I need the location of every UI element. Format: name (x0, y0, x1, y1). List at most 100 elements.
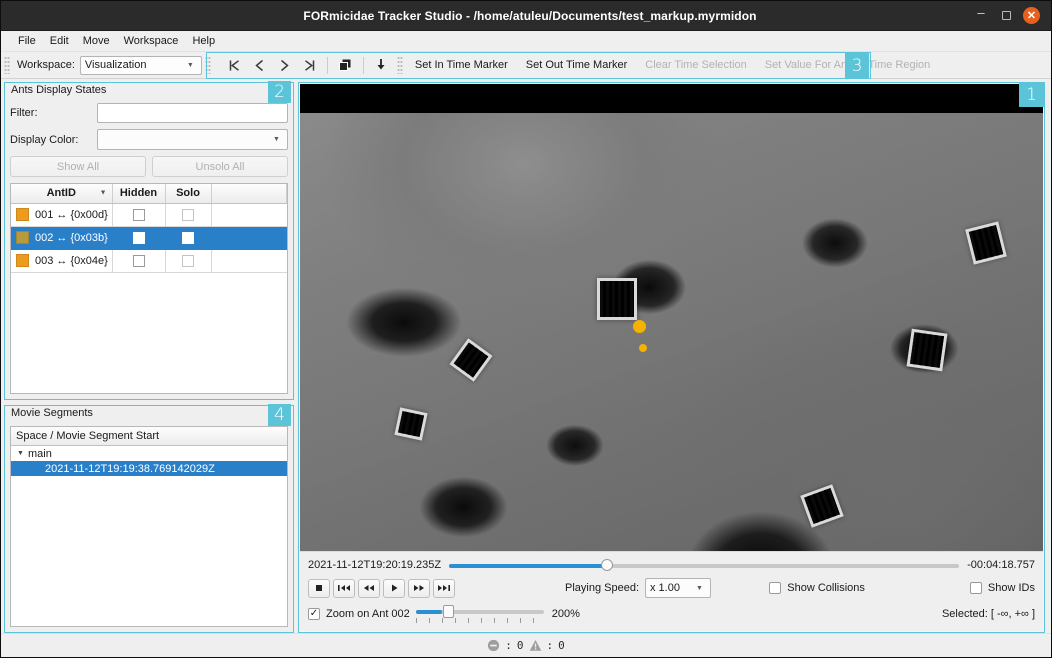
column-header-spacer (211, 184, 287, 204)
show-all-button[interactable]: Show All (10, 156, 146, 177)
status-bar: : 0 : 0 (1, 633, 1051, 657)
hidden-checkbox[interactable] (132, 231, 145, 244)
menu-item-file[interactable]: File (11, 33, 43, 49)
table-row[interactable]: 003 ↔ {0x04e} (11, 249, 287, 273)
title-bar: FORmicidae Tracker Studio - /home/atuleu… (1, 1, 1051, 31)
sort-descending-icon: ▼ (99, 189, 107, 197)
hidden-checkbox[interactable] (132, 208, 145, 221)
ant-color-swatch[interactable] (16, 208, 29, 221)
chevron-down-icon-tree[interactable]: ▼ (17, 450, 28, 457)
ants-display-states-panel: Ants Display States 2 Filter: Display Co… (4, 81, 294, 400)
chevron-down-icon-speed: ▼ (696, 584, 703, 592)
solo-cell[interactable] (165, 203, 212, 227)
column-label-antid: AntID (46, 187, 76, 200)
close-icon[interactable]: ✕ (1023, 7, 1040, 24)
menu-item-move[interactable]: Move (76, 33, 117, 49)
zoom-on-ant-checkbox-row[interactable]: ✓ Zoom on Ant 002 (308, 608, 410, 620)
show-collisions-checkbox-row[interactable]: Show Collisions (769, 582, 865, 594)
timeline-handle[interactable] (601, 559, 614, 571)
tree-node-segment[interactable]: 2021-11-12T19:19:38.769142029Z (11, 461, 287, 476)
video-letterbox-top (300, 84, 1043, 113)
ant-position-dot (632, 320, 646, 333)
toolbar-grip-icon-3[interactable] (396, 56, 403, 74)
main-content: Ants Display States 2 Filter: Display Co… (1, 79, 1051, 633)
set-in-time-marker-button[interactable]: Set In Time Marker (406, 53, 517, 77)
filter-input[interactable] (97, 103, 288, 123)
menu-item-edit[interactable]: Edit (43, 33, 76, 49)
next-button[interactable] (272, 53, 297, 77)
zoom-ticks (415, 618, 544, 623)
table-row[interactable]: 002 ↔ {0x03b} (11, 226, 287, 250)
solo-cell[interactable] (165, 226, 212, 250)
skip-forward-button[interactable] (433, 578, 455, 598)
hidden-cell[interactable] (112, 226, 166, 250)
application-window: FORmicidae Tracker Studio - /home/atuleu… (0, 0, 1052, 658)
hidden-cell[interactable] (112, 249, 166, 273)
play-button[interactable] (383, 578, 405, 598)
video-area: 2021-11-12T19:20:19.235Z 2021-11-12T19:2… (298, 82, 1045, 633)
set-out-time-marker-button[interactable]: Set Out Time Marker (517, 53, 636, 77)
solo-checkbox[interactable] (182, 231, 194, 244)
ant-color-swatch[interactable] (16, 254, 29, 267)
workspace-select[interactable]: Visualization ▼ (79, 55, 202, 75)
minimize-icon[interactable]: – (973, 6, 989, 24)
movie-segments-panel: Movie Segments 4 Space / Movie Segment S… (4, 404, 294, 633)
show-collisions-checkbox[interactable] (769, 582, 782, 594)
toolbar-separator (326, 56, 328, 74)
toolbar-grip-icon-2[interactable] (204, 56, 211, 74)
ant-id-label: 002 ↔ {0x03b} (35, 231, 108, 244)
hidden-checkbox[interactable] (132, 254, 145, 267)
previous-button[interactable] (247, 53, 272, 77)
row-filler (211, 226, 287, 250)
column-header-hidden[interactable]: Hidden (112, 184, 166, 204)
clear-time-selection-button[interactable]: Clear Time Selection (636, 53, 756, 77)
display-color-select[interactable]: ▼ (97, 129, 288, 150)
fast-forward-button[interactable] (408, 578, 430, 598)
chevron-down-icon-color: ▼ (273, 136, 280, 143)
warning-separator: : (546, 639, 554, 652)
selected-range-label: Selected: [ -∞, +∞ ] (941, 608, 1035, 620)
tree-node-main[interactable]: ▼ main (11, 446, 287, 461)
ant-color-swatch[interactable] (16, 231, 29, 244)
video-stage[interactable]: 2021-11-12T19:20:19.235Z (300, 84, 1043, 551)
movie-segment-column-header[interactable]: Space / Movie Segment Start (11, 427, 287, 446)
display-color-label: Display Color: (10, 133, 79, 146)
show-ids-checkbox-row[interactable]: Show IDs (969, 582, 1035, 594)
unsolo-all-button[interactable]: Unsolo All (152, 156, 288, 177)
ant-orientation-dot (638, 344, 647, 353)
menu-item-help[interactable]: Help (185, 33, 222, 49)
annotation-badge-3: 3 (845, 53, 869, 78)
solo-checkbox[interactable] (182, 254, 194, 267)
solo-cell[interactable] (165, 249, 212, 273)
zoom-slider[interactable] (415, 604, 544, 624)
stop-button[interactable] (308, 578, 330, 598)
zoom-on-ant-checkbox[interactable]: ✓ (308, 608, 320, 620)
column-header-solo[interactable]: Solo (165, 184, 212, 204)
solo-checkbox[interactable] (182, 208, 194, 221)
annotation-badge-1: 1 (1019, 83, 1044, 107)
jump-to-end-button[interactable] (297, 53, 322, 77)
ants-panel-title: Ants Display States (11, 84, 107, 96)
zoom-handle[interactable] (442, 605, 454, 618)
zoom-fill (415, 610, 442, 614)
ant-tag-marker (800, 484, 845, 529)
maximize-icon[interactable] (998, 8, 1014, 24)
skip-backward-button[interactable] (333, 578, 355, 598)
column-header-antid[interactable]: AntID ▼ (11, 184, 113, 204)
menu-item-workspace[interactable]: Workspace (117, 33, 186, 49)
timeline-slider[interactable] (449, 558, 960, 572)
hidden-cell[interactable] (112, 203, 166, 227)
jump-to-start-button[interactable] (222, 53, 247, 77)
toolbar-grip-icon[interactable] (4, 56, 10, 74)
movie-segments-tree: Space / Movie Segment Start ▼ main 2021-… (10, 426, 288, 627)
ants-table: AntID ▼ Hidden Solo 001 ↔ {0x00d} 002 ↔ … (11, 184, 287, 273)
show-ids-checkbox[interactable] (969, 582, 982, 594)
chevron-down-icon: ▼ (186, 61, 194, 69)
download-icon[interactable] (369, 53, 394, 77)
warning-count: 0 (558, 639, 565, 652)
duplicate-icon[interactable] (333, 53, 358, 77)
playing-speed-select[interactable]: x 1.00 ▼ (645, 578, 711, 598)
zoom-row: ✓ Zoom on Ant 002 200% Selected: [ -∞, +… (308, 604, 1035, 624)
rewind-button[interactable] (358, 578, 380, 598)
table-row[interactable]: 001 ↔ {0x00d} (11, 203, 287, 227)
